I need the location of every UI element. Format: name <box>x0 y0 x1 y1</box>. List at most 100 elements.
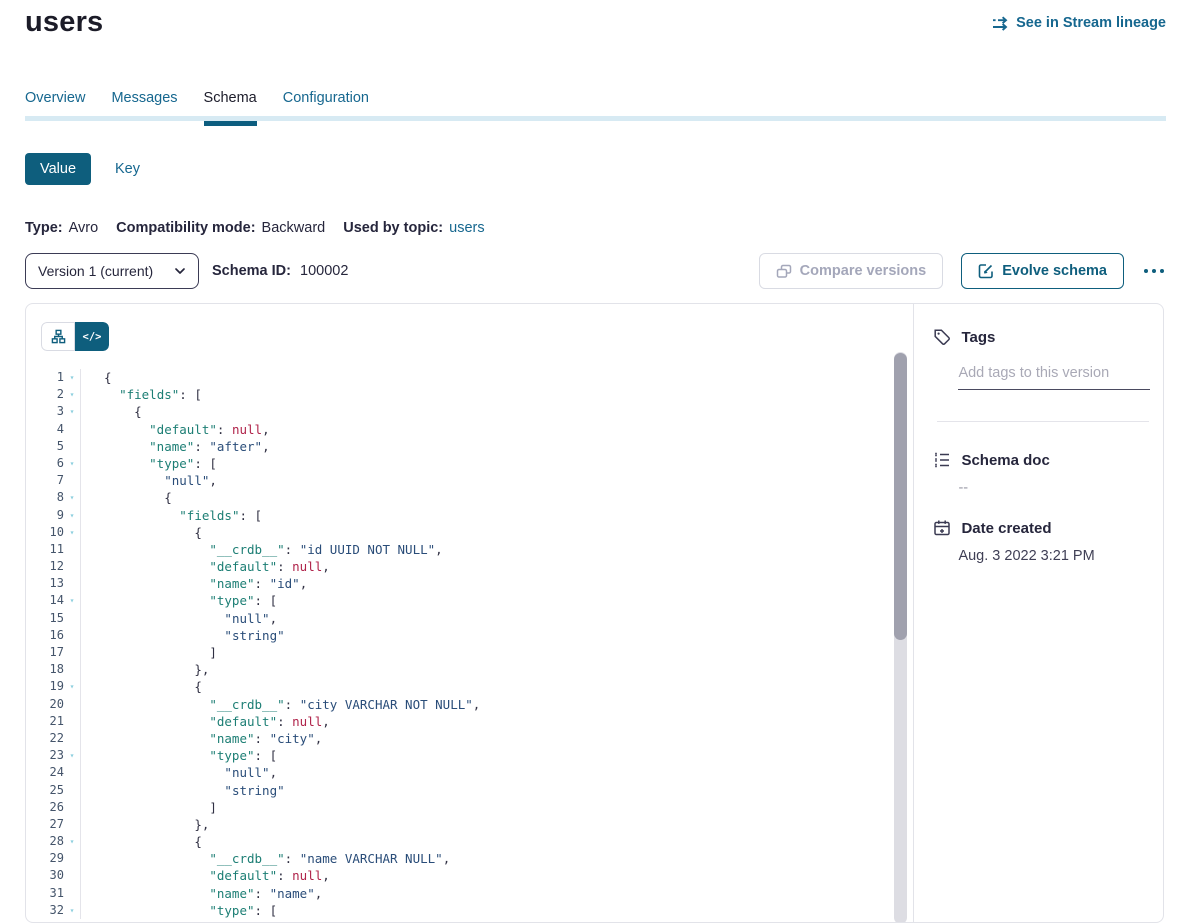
line-number: 15 <box>26 610 64 627</box>
compatibility-value: Backward <box>262 220 326 236</box>
line-number: 22 <box>26 730 64 747</box>
fold-gutter <box>64 438 81 455</box>
fold-toggle-icon[interactable]: ▾ <box>64 592 81 609</box>
fold-toggle-icon[interactable]: ▾ <box>64 403 81 420</box>
fold-gutter <box>64 541 81 558</box>
line-number: 21 <box>26 713 64 730</box>
code-text: "default": null, <box>81 867 330 884</box>
fold-toggle-icon[interactable]: ▾ <box>64 524 81 541</box>
compare-versions-button[interactable]: Compare versions <box>759 253 944 289</box>
code-text: "name": "after", <box>81 438 270 455</box>
code-text: "__crdb__": "city VARCHAR NOT NULL", <box>81 696 480 713</box>
code-line: 14▾ "type": [ <box>26 592 893 609</box>
line-number: 31 <box>26 885 64 902</box>
line-number: 6 <box>26 455 64 472</box>
line-number: 19 <box>26 678 64 695</box>
code-line: 16 "string" <box>26 627 893 644</box>
fold-toggle-icon[interactable]: ▾ <box>64 489 81 506</box>
line-number: 11 <box>26 541 64 558</box>
stream-lineage-link[interactable]: See in Stream lineage <box>992 15 1166 31</box>
code-line: 6▾ "type": [ <box>26 455 893 472</box>
tab-schema[interactable]: Schema <box>204 90 257 126</box>
fold-gutter <box>64 713 81 730</box>
line-number: 7 <box>26 472 64 489</box>
fold-toggle-icon[interactable]: ▾ <box>64 678 81 695</box>
fold-gutter <box>64 558 81 575</box>
fold-gutter <box>64 799 81 816</box>
chevron-down-icon <box>174 265 186 277</box>
code-text: "string" <box>81 782 285 799</box>
schema-panel: </> 1▾{2▾ "fields": [3▾ {4 "default": nu… <box>25 303 1164 923</box>
code-line: 24 "null", <box>26 764 893 781</box>
compatibility-label: Compatibility mode: <box>116 220 255 236</box>
key-toggle-link[interactable]: Key <box>115 161 140 177</box>
code-text: "string" <box>81 627 285 644</box>
code-line: 7 "null", <box>26 472 893 489</box>
editor-scrollbar-thumb[interactable] <box>894 353 907 640</box>
editor-scrollbar-track[interactable] <box>894 352 907 922</box>
code-text: { <box>81 678 202 695</box>
compare-versions-icon <box>776 264 792 279</box>
code-text: "null", <box>81 472 217 489</box>
code-line: 25 "string" <box>26 782 893 799</box>
code-lines[interactable]: 1▾{2▾ "fields": [3▾ {4 "default": null,5… <box>26 366 893 922</box>
version-select-value: Version 1 (current) <box>38 263 153 279</box>
fold-toggle-icon[interactable]: ▾ <box>64 747 81 764</box>
sidebar-divider <box>937 421 1149 422</box>
code-text: "type": [ <box>81 455 217 472</box>
tab-overview[interactable]: Overview <box>25 90 85 126</box>
code-text: "null", <box>81 610 277 627</box>
fold-gutter <box>64 661 81 678</box>
fold-toggle-icon[interactable]: ▾ <box>64 833 81 850</box>
code-text: { <box>81 489 172 506</box>
line-number: 13 <box>26 575 64 592</box>
evolve-schema-icon <box>978 263 994 279</box>
line-number: 4 <box>26 421 64 438</box>
type-value: Avro <box>69 220 99 236</box>
version-select[interactable]: Version 1 (current) <box>25 253 199 289</box>
code-line: 30 "default": null, <box>26 867 893 884</box>
tags-section-header: Tags <box>933 328 995 346</box>
code-text: "type": [ <box>81 747 277 764</box>
tree-view-button[interactable] <box>41 322 75 351</box>
code-line: 10▾ { <box>26 524 893 541</box>
code-text: "name": "name", <box>81 885 322 902</box>
fold-gutter <box>64 730 81 747</box>
value-toggle-button[interactable]: Value <box>25 153 91 185</box>
tab-messages[interactable]: Messages <box>111 90 177 126</box>
fold-toggle-icon[interactable]: ▾ <box>64 902 81 919</box>
code-text: ] <box>81 644 217 661</box>
used-by-topic-link[interactable]: users <box>449 220 484 236</box>
schema-doc-section-header: Schema doc <box>933 451 1049 469</box>
fold-toggle-icon[interactable]: ▾ <box>64 386 81 403</box>
code-text: "__crdb__": "name VARCHAR NULL", <box>81 850 450 867</box>
tag-icon <box>933 328 951 346</box>
evolve-schema-button[interactable]: Evolve schema <box>961 253 1124 289</box>
line-number: 24 <box>26 764 64 781</box>
fold-toggle-icon[interactable]: ▾ <box>64 507 81 524</box>
code-line: 19▾ { <box>26 678 893 695</box>
code-line: 13 "name": "id", <box>26 575 893 592</box>
line-number: 14 <box>26 592 64 609</box>
schema-editor: </> 1▾{2▾ "fields": [3▾ {4 "default": nu… <box>26 304 913 922</box>
more-options-button[interactable] <box>1142 265 1166 277</box>
date-created-value: Aug. 3 2022 3:21 PM <box>958 548 1094 564</box>
fold-gutter <box>64 782 81 799</box>
schema-doc-value: -- <box>958 480 968 496</box>
code-text: { <box>81 369 112 386</box>
used-by-topic-label: Used by topic: <box>343 220 443 236</box>
code-text: "default": null, <box>81 421 270 438</box>
code-line: 1▾{ <box>26 369 893 386</box>
fold-toggle-icon[interactable]: ▾ <box>64 455 81 472</box>
fold-toggle-icon[interactable]: ▾ <box>64 369 81 386</box>
tab-configuration[interactable]: Configuration <box>283 90 369 126</box>
code-view-button[interactable]: </> <box>75 322 109 351</box>
code-text: { <box>81 833 202 850</box>
code-text: "type": [ <box>81 902 277 919</box>
code-line: 26 ] <box>26 799 893 816</box>
fold-gutter <box>64 764 81 781</box>
fold-gutter <box>64 627 81 644</box>
topic-tabs: Overview Messages Schema Configuration <box>25 90 369 126</box>
tags-input[interactable] <box>958 362 1150 390</box>
code-text: "type": [ <box>81 592 277 609</box>
